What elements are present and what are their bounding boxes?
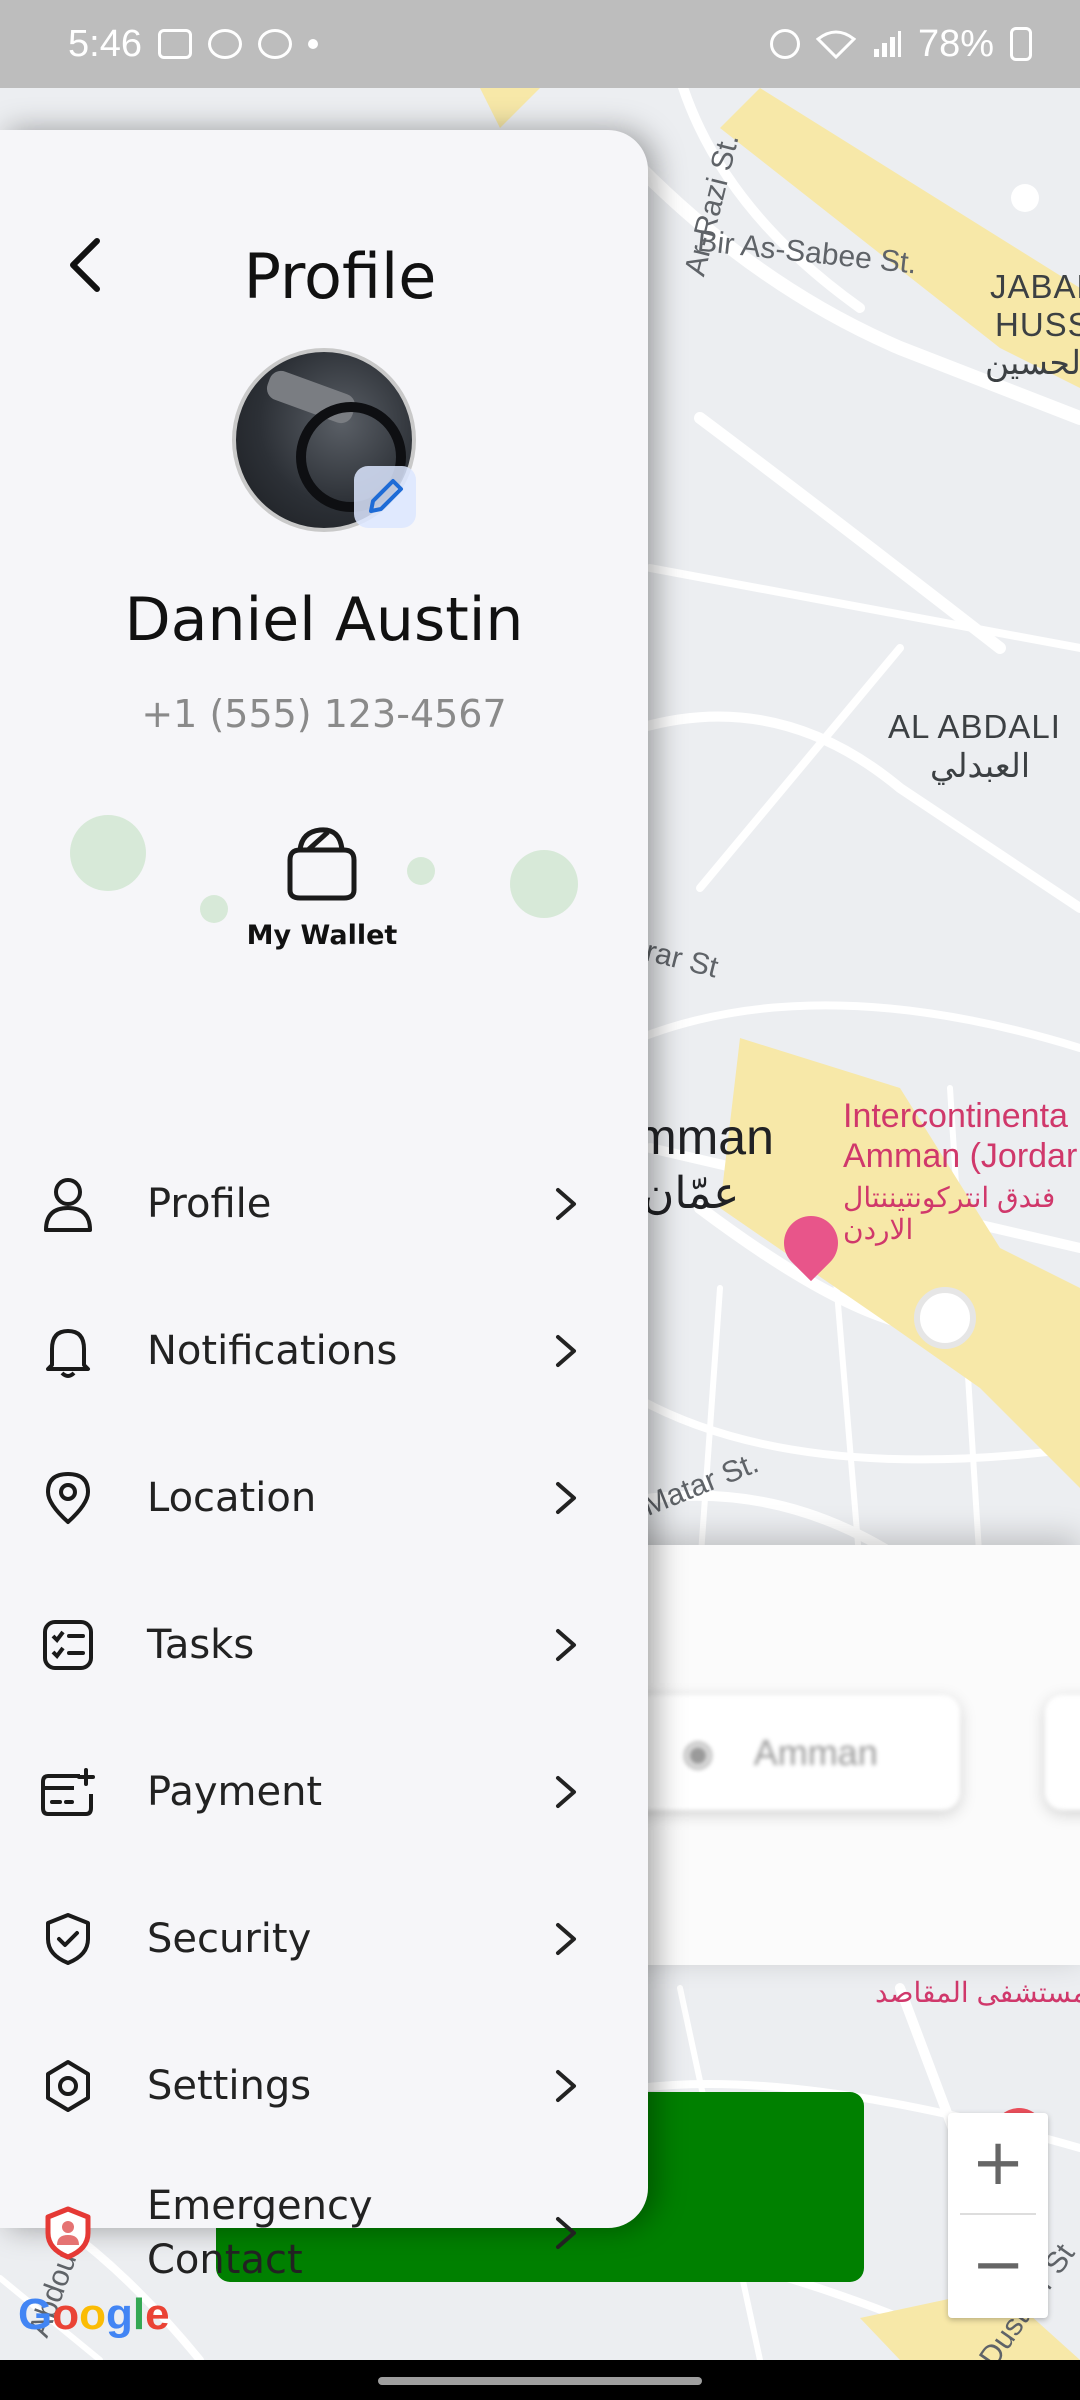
wifi-icon	[815, 30, 856, 59]
location-chip[interactable]: ◉ Amman	[600, 1695, 960, 1810]
map-poi-hotel[interactable]: Intercontinenta	[843, 1096, 1068, 1136]
decorative-bubble	[510, 850, 578, 918]
battery-charging-icon	[1010, 27, 1032, 61]
menu-item-label: Payment	[147, 1768, 323, 1815]
chevron-right-icon	[548, 1480, 584, 1516]
map-label-district: AL ABDALI	[888, 708, 1061, 745]
pencil-icon	[369, 479, 403, 513]
chevron-right-icon	[548, 1774, 584, 1810]
menu-item-label: Settings	[147, 2062, 312, 2109]
zoom-in-button[interactable]: +	[948, 2113, 1048, 2213]
emergency-shield-icon	[38, 2203, 98, 2263]
drawer-header: Profile	[0, 200, 648, 330]
shield-check-icon	[38, 1909, 98, 1969]
map-poi-hospital-ar: مستشفى المقاصد	[875, 1977, 1080, 2008]
gallery-notification-icon	[157, 29, 192, 59]
zoom-controls: + −	[948, 2113, 1048, 2318]
map-label-district-ar: العبدلي	[930, 747, 1030, 784]
chevron-right-icon	[548, 1921, 584, 1957]
menu-item-label: Emergency Contact	[147, 2179, 373, 2287]
menu-item-profile[interactable]: Profile	[0, 1130, 648, 1277]
status-time: 5:46	[68, 22, 142, 65]
menu-item-notifications[interactable]: Notifications	[0, 1277, 648, 1424]
more-notifications-dot-icon	[307, 39, 318, 49]
menu-item-label: Location	[147, 1474, 317, 1521]
menu-item-label: Notifications	[147, 1327, 398, 1374]
chevron-right-icon	[548, 2068, 584, 2104]
drawer-title: Profile	[243, 240, 437, 313]
profile-drawer: Profile Daniel Austin +1 (555) 123-4567 …	[0, 130, 648, 2283]
decorative-bubble	[70, 815, 146, 891]
map-poi-hotel-ar: الاردن	[843, 1214, 914, 1245]
status-left: 5:46	[68, 23, 318, 66]
menu-item-tasks[interactable]: Tasks	[0, 1571, 648, 1718]
map-label-city: mman	[635, 1109, 774, 1165]
chevron-right-icon	[548, 1186, 584, 1222]
menu-item-settings[interactable]: Settings	[0, 2012, 648, 2159]
location-chip-secondary[interactable]	[1045, 1695, 1080, 1810]
user-name: Daniel Austin	[124, 585, 524, 655]
chevron-right-icon	[548, 2215, 584, 2251]
menu-item-label-line: Contact	[147, 2236, 303, 2283]
menu-item-location[interactable]: Location	[0, 1424, 648, 1571]
chat-notification-icon	[207, 29, 242, 59]
chevron-right-icon	[548, 1333, 584, 1369]
map-label-district-ar: الحسين	[985, 344, 1080, 381]
alarm-icon	[769, 29, 800, 59]
payment-card-icon	[38, 1762, 98, 1822]
menu-item-emergency-contact[interactable]: Emergency Contact	[0, 2159, 648, 2306]
user-icon	[38, 1174, 98, 1234]
map-label-district: HUSSE	[995, 306, 1080, 343]
battery-percent: 78%	[917, 22, 994, 65]
menu-item-label-line: Emergency	[147, 2182, 373, 2229]
status-bar: 5:46 78%	[0, 0, 1080, 88]
map-poi-hotel[interactable]: Amman (Jordar	[843, 1136, 1077, 1176]
whatsapp-notification-icon	[257, 29, 292, 59]
menu-item-payment[interactable]: Payment	[0, 1718, 648, 1865]
system-nav-bar	[0, 2360, 1080, 2400]
profile-menu: Profile Notifications Location Tasks Pay…	[0, 1130, 648, 2306]
edit-avatar-button[interactable]	[354, 466, 416, 528]
menu-item-label: Profile	[147, 1180, 272, 1227]
menu-item-label: Security	[147, 1915, 312, 1962]
settings-icon	[38, 2056, 98, 2116]
bell-icon	[38, 1321, 98, 1381]
location-chip-label: Amman	[753, 1731, 878, 1773]
menu-item-label: Tasks	[147, 1621, 255, 1668]
user-phone: +1 (555) 123-4567	[141, 692, 507, 736]
signal-icon	[873, 31, 901, 57]
map-label-city-ar: عمّان	[642, 1169, 740, 1218]
zoom-out-button[interactable]: −	[948, 2215, 1048, 2315]
location-chip-icon: ◉	[682, 1731, 714, 1773]
home-gesture-handle[interactable]	[378, 2377, 702, 2385]
wallet-icon	[222, 820, 422, 904]
tasks-icon	[38, 1615, 98, 1675]
menu-item-security[interactable]: Security	[0, 1865, 648, 2012]
chevron-right-icon	[548, 1627, 584, 1663]
wallet-label: My Wallet	[246, 920, 398, 951]
location-pin-icon	[38, 1468, 98, 1528]
wallet-button[interactable]: My Wallet	[222, 820, 422, 970]
status-right: 78%	[769, 22, 1032, 66]
map-label-district: JABAL	[990, 268, 1080, 305]
avatar-container[interactable]	[232, 348, 416, 532]
